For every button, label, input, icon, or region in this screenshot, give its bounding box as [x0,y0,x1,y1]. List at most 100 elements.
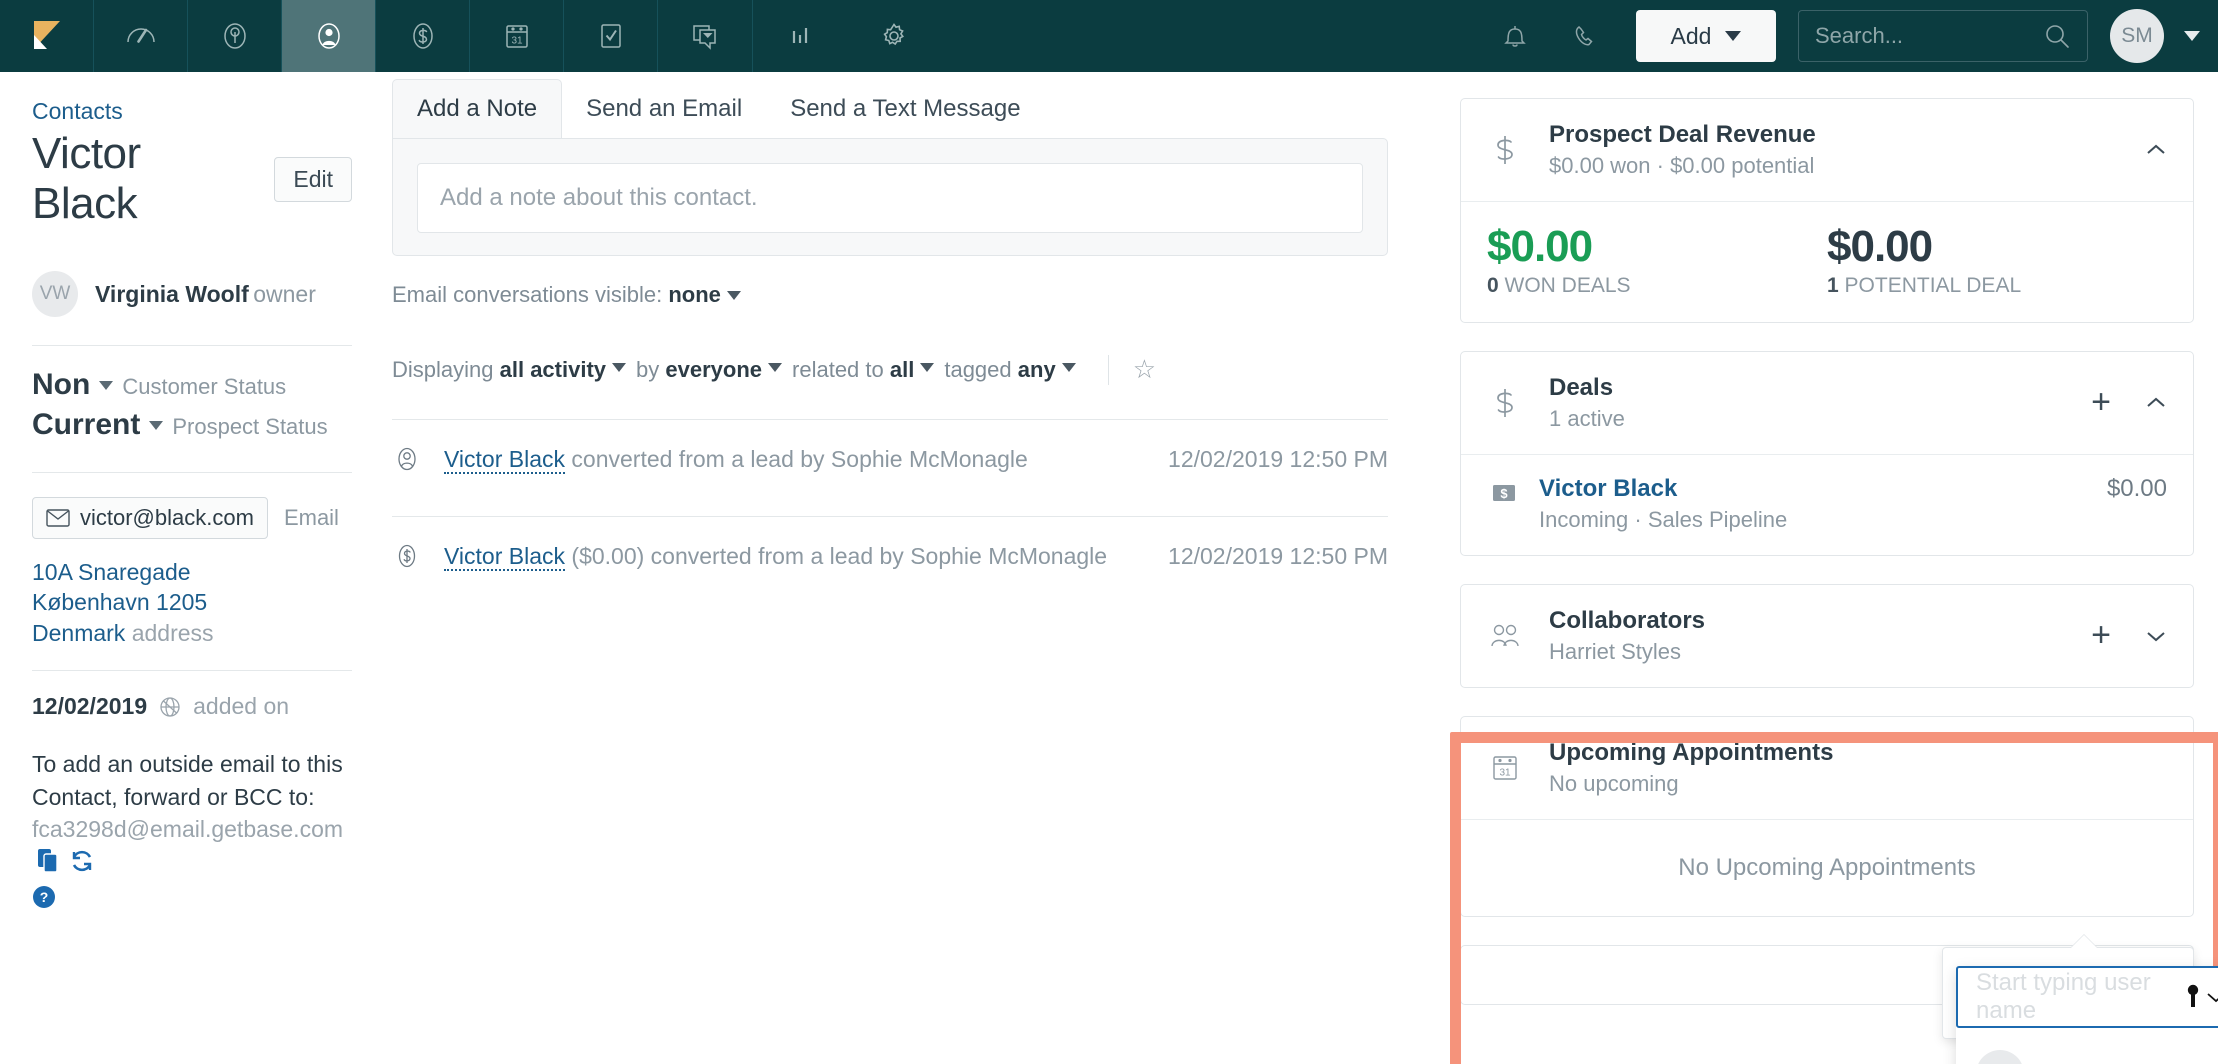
dashboard-gauge-icon[interactable] [94,0,188,72]
tasks-check-icon[interactable] [564,0,658,72]
deal-list-item[interactable]: $ Victor Black Incoming · Sales Pipeline… [1461,454,2193,555]
activity-link[interactable]: Victor Black [444,446,566,474]
svg-text:31: 31 [511,36,523,47]
compose-tabs: Add a Note Send an Email Send a Text Mes… [7,72,1436,138]
user-name-input[interactable]: Start typing user name [1956,966,2218,1028]
filter-tagged-chevron-down-icon[interactable] [1061,363,1076,372]
user-menu-chevron-down-icon[interactable] [2184,31,2200,41]
collaborators-people-icon [1487,618,1523,654]
calendar-icon[interactable]: 31 [470,0,564,72]
deals-icon[interactable] [376,0,470,72]
communication-icon[interactable] [658,0,752,72]
text-cursor-icon [2187,984,2199,1007]
avatar-initials: SM [2121,24,2153,47]
deals-card: Deals 1 active + $ Victor Black Incoming… [1460,351,2194,556]
add-collaborator-plus-icon[interactable]: + [2091,618,2111,652]
user-option-avatar: JO [1976,1050,2024,1064]
copy-icon[interactable] [38,849,60,873]
help-circle-icon[interactable]: ? [32,885,352,918]
settings-gear-icon[interactable] [847,0,941,72]
add-button[interactable]: Add [1636,10,1776,62]
refresh-icon[interactable] [70,849,94,873]
customer-status-chevron-down-icon[interactable] [99,381,114,390]
search-icon [2046,25,2069,48]
search-placeholder: Search... [1815,23,1904,48]
dollar-icon [1487,385,1523,421]
leads-icon[interactable] [188,0,282,72]
prospect-status-chevron-down-icon[interactable] [149,421,164,430]
deals-card-header: Deals 1 active + [1461,352,2193,454]
appointments-card-header: 31 Upcoming Appointments No upcoming [1461,717,2193,819]
revenue-card-body: $0.00 0 WON DEALS $0.00 1 POTENTIAL DEAL [1461,201,2193,322]
email-chip[interactable]: victor@black.com [32,497,268,539]
svg-text:?: ? [40,889,49,905]
filter-activity-value[interactable]: all activity [500,357,606,383]
prospect-status-value: Current [32,408,141,441]
filter-by-value[interactable]: everyone [665,357,762,383]
edit-button[interactable]: Edit [274,156,352,202]
won-count: 0 [1487,274,1499,297]
user-option[interactable]: JO Joan of Arc [1956,1036,2218,1064]
notifications-bell-icon[interactable] [1480,20,1550,52]
note-input[interactable]: Add a note about this contact. [417,163,1363,233]
phone-icon[interactable] [1550,20,1620,52]
won-caption: 0 WON DEALS [1487,274,1827,298]
tab-add-a-note[interactable]: Add a Note [392,79,563,138]
svg-text:$: $ [1500,486,1508,501]
add-deal-plus-icon[interactable]: + [2091,385,2111,419]
note-composer-panel: Add a note about this contact. [392,138,1388,256]
filter-related-chevron-down-icon[interactable] [920,363,935,372]
chevron-up-icon[interactable] [2145,143,2167,157]
tab-send-an-email[interactable]: Send an Email [562,80,766,138]
collaborators-card-text: Collaborators Harriet Styles [1549,607,2065,665]
collaborators-card-actions: + [2091,618,2167,653]
address-block[interactable]: 10A Snaregade København 1205 Denmark add… [32,539,352,670]
appointments-card-title: Upcoming Appointments [1549,739,1834,766]
collaborators-card: Collaborators Harriet Styles + [1460,584,2194,688]
chevron-down-icon[interactable] [2206,991,2218,1004]
tab-send-a-text-message[interactable]: Send a Text Message [766,80,1044,138]
filter-related-value[interactable]: all [890,357,914,383]
activity-description: converted from a lead by Sophie McMonagl… [565,446,1028,472]
activity-row: Victor Black converted from a lead by So… [392,419,1388,516]
filter-by-chevron-down-icon[interactable] [768,363,783,372]
filter-prefix-label: Displaying [392,356,494,382]
reports-bar-icon[interactable] [753,0,847,72]
user-picker-options-list: JO Joan of Arc SM Sophie McMo... [1956,1028,2218,1064]
star-outline-icon[interactable]: ☆ [1133,354,1156,385]
deal-item-name[interactable]: Victor Black [1539,475,2085,503]
email-conversations-visibility: Email conversations visible: none [392,256,1436,308]
deals-card-actions: + [2091,385,2167,420]
logo-icon[interactable] [0,0,94,72]
potential-deals-stat: $0.00 1 POTENTIAL DEAL [1827,222,2167,298]
potential-caption: 1 POTENTIAL DEAL [1827,274,2167,298]
note-input-placeholder: Add a note about this contact. [440,184,758,211]
won-label: WON DEALS [1498,274,1631,297]
owner-row: VW Virginia Woolf owner [32,271,352,345]
sidebar-item-contacts[interactable] [282,0,376,72]
activity-filter-bar: Displaying all activity by everyone rela… [392,308,1436,385]
contact-person-icon [398,447,416,471]
avatar[interactable]: SM [2110,9,2164,63]
email-conversations-value[interactable]: none [668,282,721,307]
filter-tagged-value[interactable]: any [1018,357,1056,383]
email-conversations-chevron-down-icon[interactable] [726,291,741,300]
deal-item-text: Victor Black Incoming · Sales Pipeline [1539,475,2085,533]
top-nav-right-group: Add Search... SM [1480,0,2218,72]
activity-list: Victor Black converted from a lead by So… [392,419,1388,613]
activity-link[interactable]: Victor Black [444,543,566,571]
revenue-card-text: Prospect Deal Revenue $0.00 won · $0.00 … [1549,121,2119,179]
filter-activity-chevron-down-icon[interactable] [612,363,627,372]
bcc-text: To add an outside email to this Contact,… [32,751,343,810]
chevron-up-icon[interactable] [2145,396,2167,410]
added-on-date: 12/02/2019 [32,693,148,720]
search-input[interactable]: Search... [1798,10,2088,62]
customer-status-value: Non [32,368,91,401]
collaborators-card-header: Collaborators Harriet Styles + [1461,585,2193,687]
page-title: Victor Black [32,129,141,228]
owner-role-label: owner [253,280,316,307]
address-line-1: 10A Snaregade [32,559,191,585]
chevron-down-icon[interactable] [2145,629,2167,643]
user-name-input-placeholder: Start typing user name [1976,969,2151,1024]
user-picker-input-icons [2186,984,2218,1010]
